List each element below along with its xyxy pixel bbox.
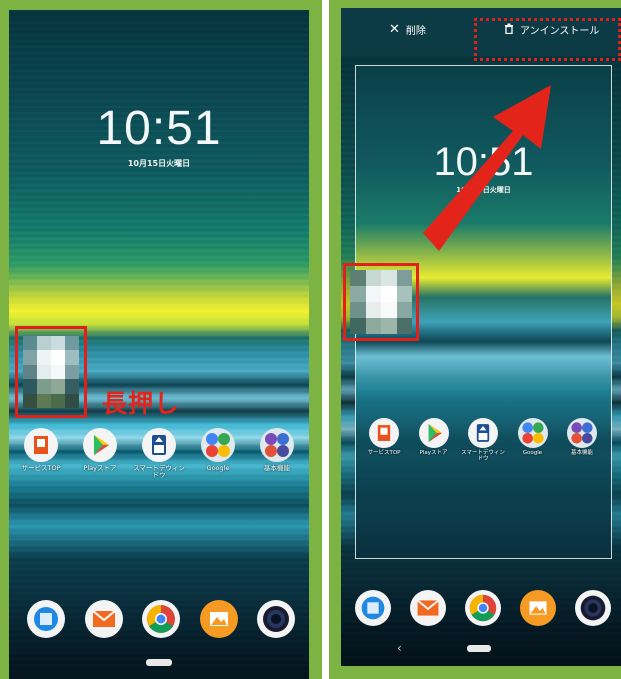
au-mail-icon[interactable] [84, 600, 123, 638]
app-label: Google [206, 464, 230, 472]
app-label: Playストア [419, 450, 448, 456]
google-folder-icon [517, 418, 548, 448]
app-label: Playストア [83, 464, 117, 472]
app-label: Google [522, 450, 543, 456]
app-play-store[interactable]: Playストア [72, 428, 128, 480]
play-store-icon [83, 428, 117, 462]
au-service-icon [24, 428, 58, 462]
preview-app-service-top: サービスTOP [360, 418, 408, 463]
app-label: 基本機能 [570, 450, 593, 456]
app-label: サービスTOP [367, 450, 401, 456]
dragged-icon-highlight-box [343, 263, 419, 341]
close-icon: ✕ [389, 22, 400, 37]
app-label: サービスTOP [21, 464, 61, 472]
app-smart-window[interactable]: スマートデウィンドウ [131, 428, 187, 480]
clock-widget[interactable]: 10:51 10月15日火曜日 [9, 104, 309, 169]
preview-app-row: サービスTOP Playストア スマートデウィンドウ Google 基本機能 [360, 418, 606, 463]
red-arrow-annotation [423, 85, 551, 251]
au-mail-icon [410, 590, 446, 626]
preview-app-smart-window: スマートデウィンドウ [459, 418, 507, 463]
au-service-icon [369, 418, 399, 448]
basic-functions-folder-icon [567, 418, 597, 448]
app-service-top[interactable]: サービスTOP [13, 428, 69, 480]
right-phone-screen: ✕ 削除 アンインストール 10:51 10月15日火曜日 サービスTOP Pl… [341, 8, 621, 666]
app-label: スマートデウィンドウ [133, 464, 185, 480]
left-phone-screen: 10:51 10月15日火曜日 長押し サービスTOP Playストア スマート… [9, 10, 309, 679]
preview-app-google-folder: Google [509, 418, 557, 463]
smart-window-icon [142, 428, 176, 462]
app-basic-functions-folder[interactable]: 基本機能 [249, 428, 305, 480]
home-nav-pill[interactable] [467, 645, 491, 652]
chrome-icon[interactable] [142, 600, 180, 638]
phone-icon[interactable] [27, 600, 65, 638]
app-google-folder[interactable]: Google [190, 428, 246, 480]
clock-time: 10:51 [96, 102, 222, 155]
clock-date: 10月15日火曜日 [127, 159, 191, 168]
smart-window-icon [468, 418, 498, 448]
phone-icon [355, 590, 391, 626]
camera-icon[interactable] [257, 600, 295, 638]
camera-icon [575, 590, 611, 626]
play-store-icon [418, 418, 449, 448]
gallery-icon[interactable] [199, 600, 238, 638]
preview-app-basic-functions-folder: 基本機能 [558, 418, 606, 463]
long-press-annotation: 長押し [102, 389, 181, 418]
google-folder-icon [201, 428, 235, 462]
home-app-row: サービスTOP Playストア スマートデウィンドウ Google 基本機能 [13, 428, 305, 480]
basic-functions-folder-icon [260, 428, 294, 462]
dock [27, 600, 295, 638]
highlight-box [15, 326, 87, 418]
delete-action[interactable]: ✕ 削除 [389, 22, 426, 37]
uninstall-highlight-box [474, 18, 621, 61]
gallery-icon [520, 590, 556, 626]
app-label: 基本機能 [264, 464, 290, 472]
app-label: スマートデウィンドウ [461, 450, 505, 463]
dock [355, 590, 611, 626]
preview-app-play-store: Playストア [410, 418, 458, 463]
delete-label: 削除 [405, 26, 426, 37]
back-button[interactable]: ‹ [397, 641, 402, 655]
chrome-icon [465, 590, 501, 626]
home-nav-pill[interactable] [146, 659, 172, 666]
